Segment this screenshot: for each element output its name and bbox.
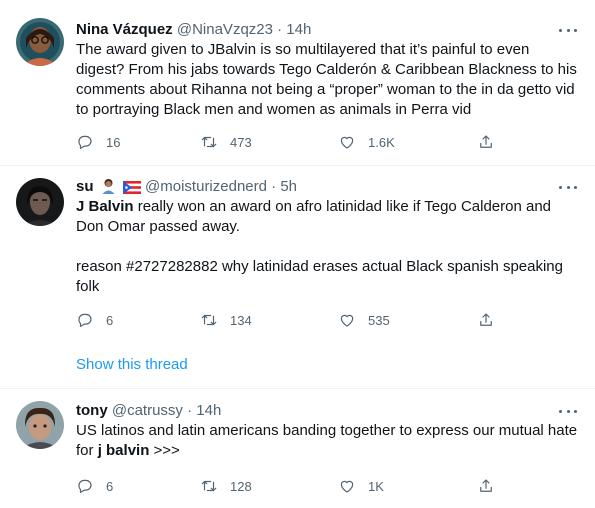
reply-icon: [78, 135, 92, 149]
like-icon: [340, 480, 354, 493]
tweet-3[interactable]: tony @catrussy · 14h US latinos and lati…: [0, 389, 595, 508]
author-handle[interactable]: @moisturizednerd: [145, 178, 267, 195]
avatar[interactable]: [16, 18, 64, 66]
author-name[interactable]: Nina Vázquez: [76, 21, 173, 38]
reply-icon: [78, 313, 92, 327]
tweet-time[interactable]: · 14h: [277, 21, 311, 38]
more-icon[interactable]: [559, 403, 577, 419]
tweet-text-end: >>>: [149, 442, 180, 459]
avatar-image: [16, 401, 64, 449]
like-button[interactable]: 1K: [338, 476, 384, 496]
like-icon: [340, 314, 354, 327]
tweet-text: J Balvin really won an award on afro lat…: [76, 197, 581, 237]
like-count: 1K: [368, 478, 384, 494]
like-button[interactable]: 535: [338, 310, 390, 330]
retweet-count: 473: [230, 134, 252, 150]
tweet-text: US latinos and latin americans banding t…: [76, 421, 581, 461]
tweet-actions: 16 473 1.6K: [76, 132, 506, 152]
reply-button[interactable]: 6: [76, 476, 113, 496]
avatar[interactable]: [16, 401, 64, 449]
tweet-time[interactable]: · 5h: [271, 178, 297, 195]
tweet-actions: 6 134 535: [76, 310, 506, 330]
share-icon: [480, 313, 492, 326]
avatar-image: [16, 178, 64, 226]
retweet-icon: [201, 136, 217, 148]
tweet-1[interactable]: Nina Vázquez @NinaVzqz23 · 14h The award…: [0, 0, 595, 165]
tweet-text-para2: reason #2727282882 why latinidad erases …: [76, 258, 563, 295]
like-icon: [340, 136, 354, 149]
author-handle[interactable]: @catrussy: [112, 402, 183, 419]
tweet-time[interactable]: · 14h: [187, 402, 221, 419]
share-button[interactable]: [477, 310, 495, 330]
reply-icon: [78, 479, 92, 493]
reply-button[interactable]: 16: [76, 132, 120, 152]
tweet-text: The award given to JBalvin is so multila…: [76, 41, 577, 118]
tweet-text-container: J Balvin really won an award on afro lat…: [76, 197, 581, 297]
author-name[interactable]: tony: [76, 402, 108, 419]
avatar[interactable]: [16, 178, 64, 226]
like-count: 535: [368, 312, 390, 328]
tweet-text-rest: really won an award on afro latinidad li…: [76, 198, 552, 235]
retweet-button[interactable]: 128: [200, 476, 252, 496]
share-icon: [480, 135, 492, 148]
like-button[interactable]: 1.6K: [338, 132, 395, 152]
retweet-button[interactable]: 134: [200, 310, 252, 330]
retweet-icon: [201, 480, 217, 492]
share-icon: [480, 479, 492, 492]
retweet-count: 128: [230, 478, 252, 494]
reply-count: 16: [106, 134, 121, 150]
author-handle[interactable]: @NinaVzqz23: [177, 21, 273, 38]
share-button[interactable]: [477, 476, 495, 496]
retweet-icon: [201, 314, 217, 326]
like-count: 1.6K: [368, 134, 395, 150]
reply-button[interactable]: 6: [76, 310, 113, 330]
show-thread-link[interactable]: Show this thread: [76, 355, 188, 375]
tweet-actions: 6 128 1K: [76, 476, 506, 496]
avatar-image: [16, 18, 64, 66]
more-icon[interactable]: [559, 179, 577, 195]
more-icon[interactable]: [559, 22, 577, 38]
reply-count: 6: [106, 312, 114, 328]
tweet-text-container: US latinos and latin americans banding t…: [76, 421, 581, 461]
tweet-text-container: The award given to JBalvin is so multila…: [76, 40, 581, 120]
author-name[interactable]: su: [76, 178, 94, 195]
retweet-button[interactable]: 473: [200, 132, 252, 152]
reply-count: 6: [106, 478, 114, 494]
mention-bold: j balvin: [97, 442, 150, 459]
mention-bold: J Balvin: [76, 198, 134, 215]
share-button[interactable]: [477, 132, 495, 152]
retweet-count: 134: [230, 312, 252, 328]
